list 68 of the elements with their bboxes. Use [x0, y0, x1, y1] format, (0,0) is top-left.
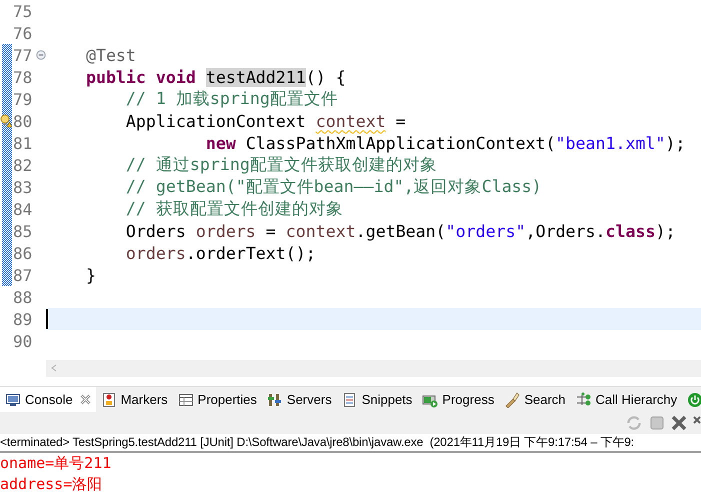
line-number: 79 — [13, 90, 32, 108]
hierarchy-icon — [576, 392, 592, 408]
code-token: = — [264, 222, 277, 240]
line-number: 82 — [13, 156, 32, 174]
code-token: ,Orders. — [526, 222, 606, 240]
code-token: } — [84, 266, 96, 284]
code-token: = — [394, 112, 406, 130]
code-token: .orderText(); — [186, 244, 316, 262]
line-number: 85 — [13, 222, 32, 240]
code-token: // 获取配置文件创建的对象 — [124, 198, 343, 220]
line-number: 83 — [13, 178, 32, 196]
power-icon — [687, 392, 701, 408]
monitor-icon — [5, 392, 21, 408]
code-token: context — [286, 222, 356, 240]
code-token: class — [606, 222, 656, 240]
servers-icon — [266, 392, 283, 408]
line-number: 90 — [13, 332, 32, 350]
line-number: 81 — [13, 134, 32, 152]
code-token: orders — [196, 222, 256, 240]
view-tab[interactable]: Servers — [262, 386, 337, 412]
code-token: public void — [84, 68, 197, 86]
console-output-line: address=洛阳 — [0, 474, 104, 495]
view-tab[interactable]: Properties — [172, 386, 262, 412]
console-output-line: oname=单号211 — [0, 452, 112, 474]
view-tab[interactable]: Call Hierarchy — [570, 386, 682, 412]
table-icon — [178, 392, 194, 408]
close-icon[interactable] — [80, 394, 91, 406]
code-token: new — [204, 134, 237, 152]
highlighted-identifier: testAdd211 — [206, 68, 306, 86]
code-token: context — [316, 112, 386, 130]
collapse-icon[interactable] — [36, 50, 46, 60]
line-number: 80 — [13, 112, 32, 130]
markers-icon — [100, 392, 117, 408]
code-token: Orders — [124, 222, 187, 240]
view-tab[interactable]: Search — [499, 386, 571, 412]
code-token: ClassPathXmlApplicationContext( — [246, 134, 556, 152]
line-number: 88 — [13, 288, 32, 306]
code-token: // 通过spring配置文件获取创建的对象 — [124, 154, 437, 176]
document-icon — [342, 392, 358, 408]
line-number: 78 — [13, 68, 32, 86]
code-token: @Test — [84, 46, 136, 64]
line-number: 86 — [13, 244, 32, 262]
code-token: ); — [665, 134, 686, 152]
code-token: // getBean("配置文件bean——id",返回对象Class) — [124, 176, 542, 198]
code-token: .getBean( — [356, 222, 446, 240]
code-token: () { — [306, 68, 346, 86]
code-token: ); — [655, 222, 676, 240]
code-token: "bean1.xml" — [556, 134, 666, 152]
view-tab[interactable]: Progress — [417, 386, 500, 412]
line-number: 89 — [13, 310, 32, 328]
code-token: orders — [124, 244, 186, 262]
line-number: 84 — [13, 200, 32, 218]
line-number: 76 — [13, 24, 32, 42]
view-tab[interactable]: Snippets — [336, 386, 418, 412]
code-token: // 1 加载spring配置文件 — [124, 88, 338, 110]
code-token: "orders" — [446, 222, 526, 240]
text-cursor — [46, 309, 48, 329]
scroll-left-icon[interactable] — [50, 364, 58, 372]
line-number: 87 — [13, 266, 32, 284]
line-number: 75 — [13, 2, 32, 20]
horizontal-scrollbar[interactable] — [46, 360, 701, 377]
lightbulb-warning-icon[interactable] — [0, 114, 12, 128]
view-tab[interactable]: Markers — [96, 386, 173, 412]
flashlight-icon — [504, 392, 520, 408]
code-token: ApplicationContext — [124, 112, 307, 130]
remove-button[interactable] — [671, 415, 687, 432]
line-number: 77 — [13, 46, 32, 64]
view-tab[interactable]: Console — [0, 386, 96, 412]
